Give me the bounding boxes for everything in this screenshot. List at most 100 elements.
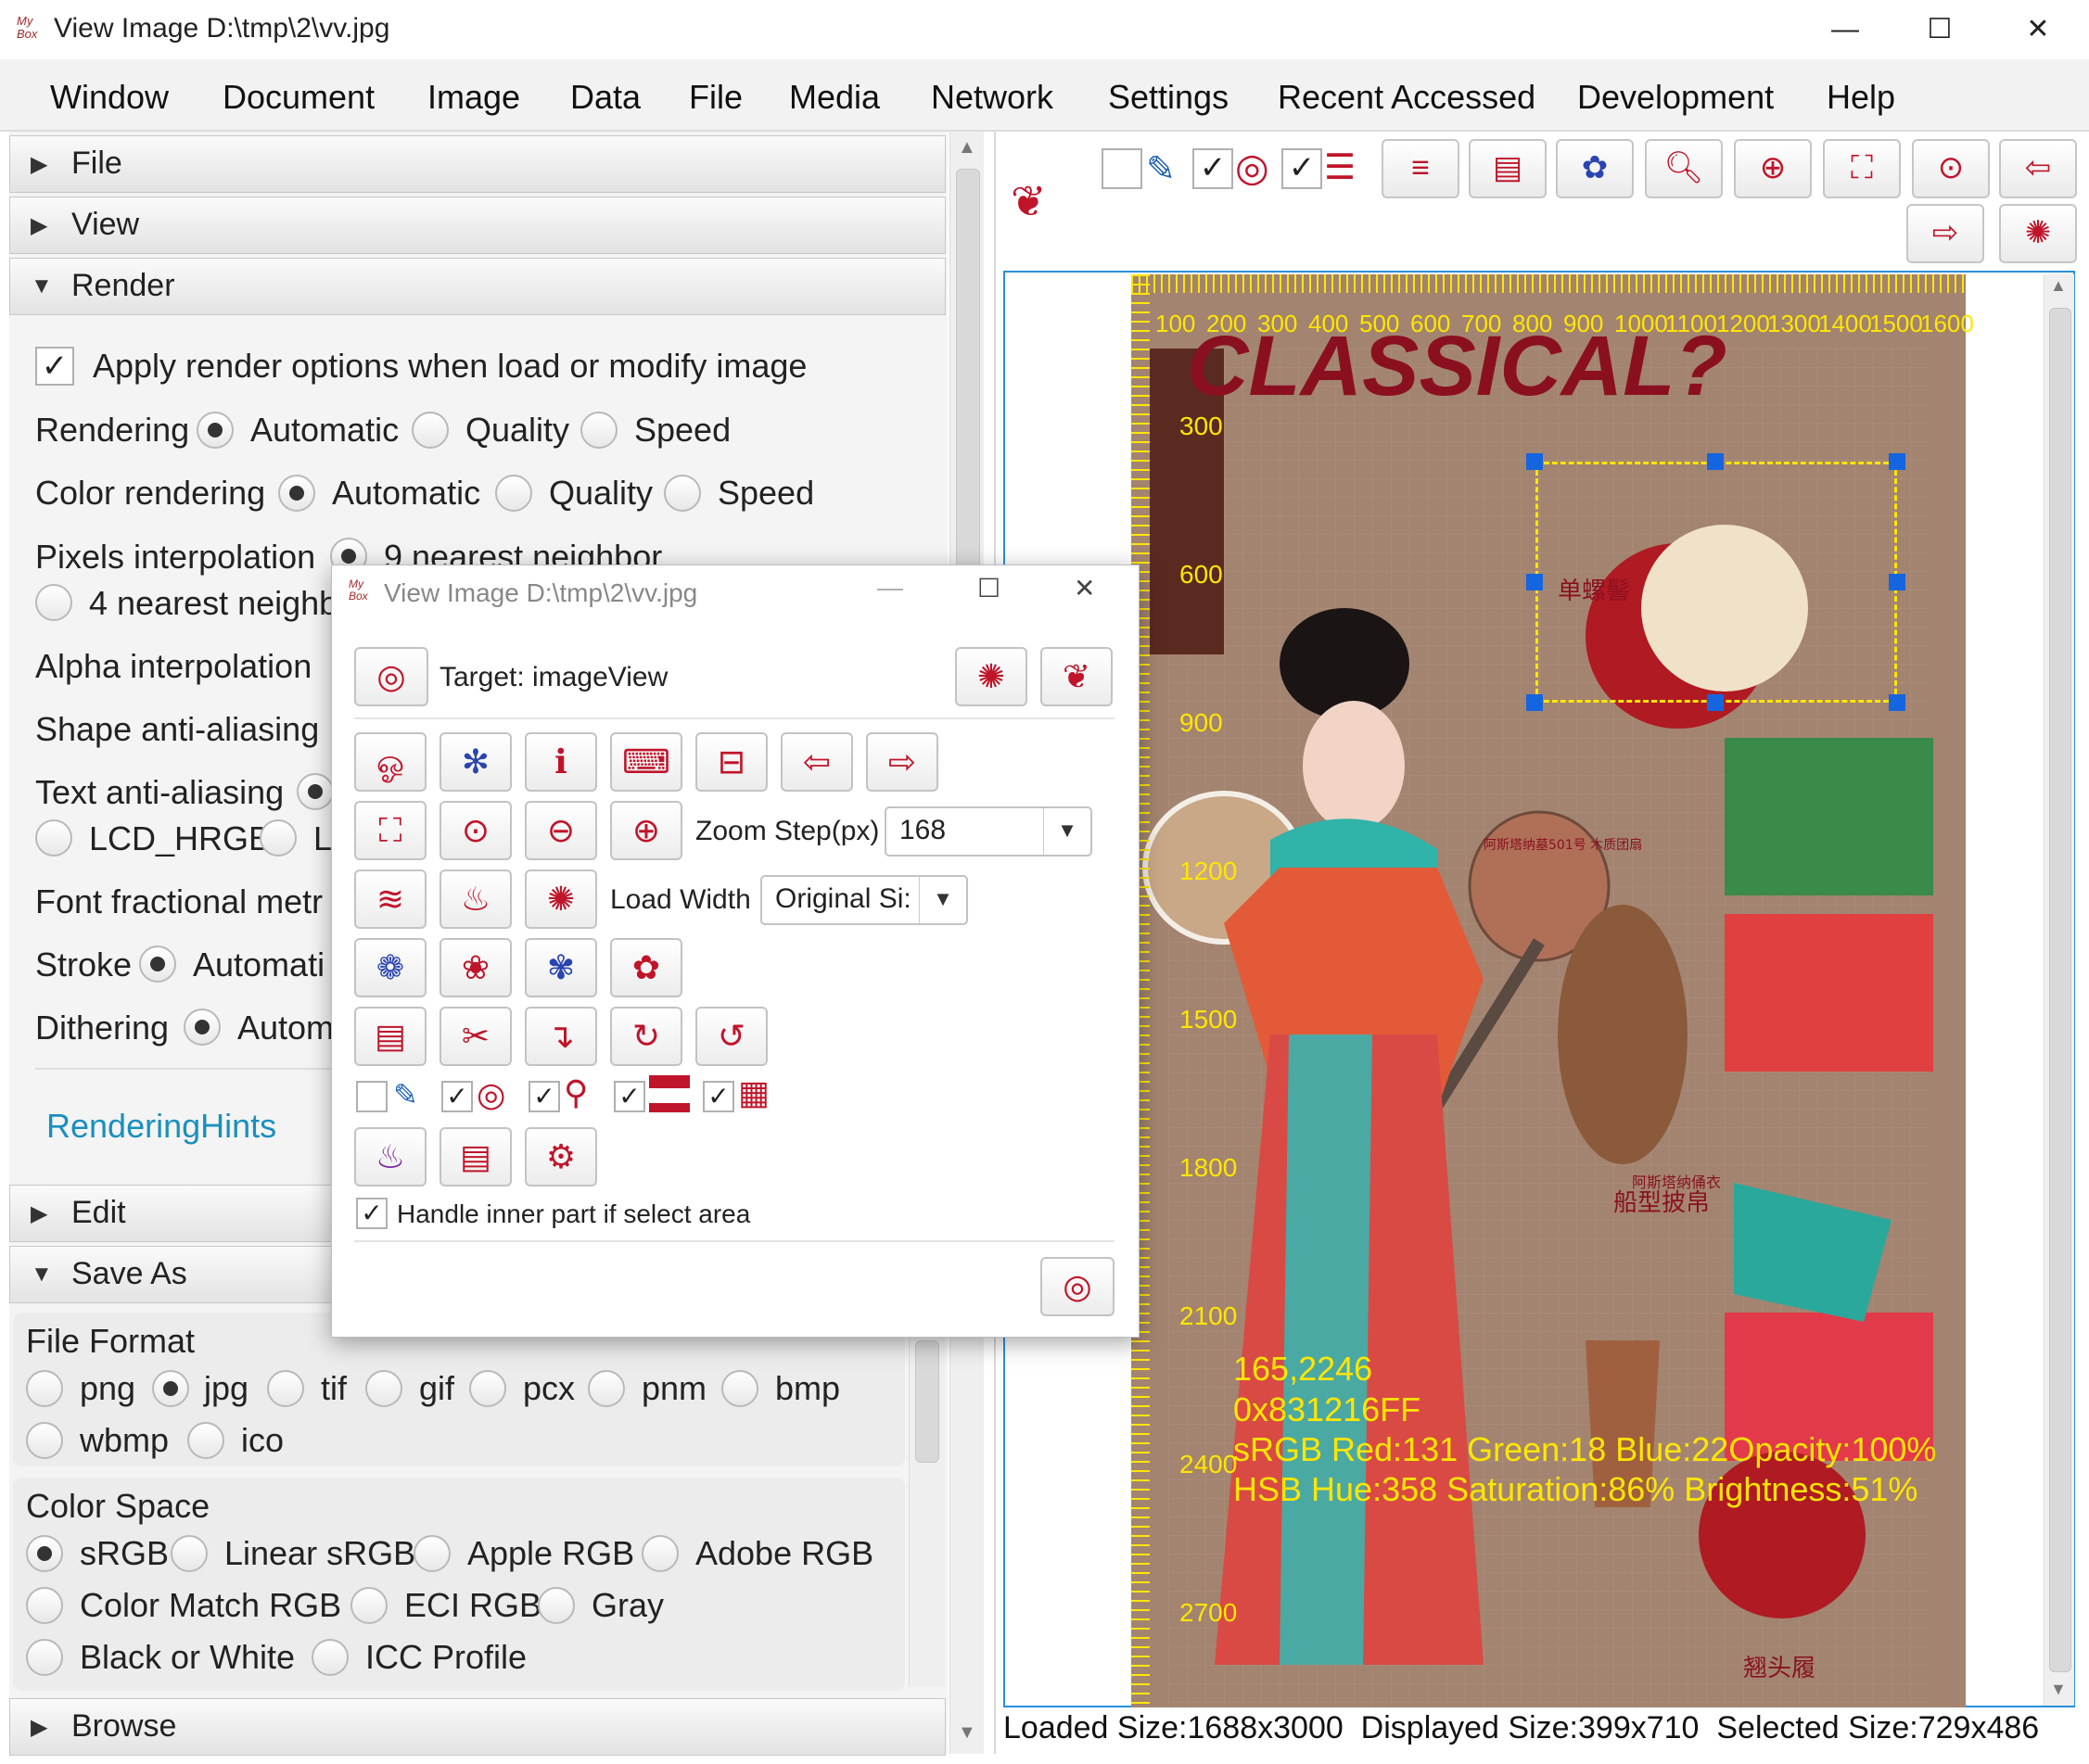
dialog-previous-button[interactable]: ⇦ bbox=[781, 732, 853, 792]
scissors-button[interactable]: ✂ bbox=[439, 1007, 512, 1066]
handle-inner-checkbox[interactable]: ✓ bbox=[356, 1198, 388, 1229]
target-button[interactable]: ◎ bbox=[354, 647, 428, 706]
flower-outline-red-button[interactable]: ✿ bbox=[610, 938, 682, 997]
lcd-hrgb-radio[interactable] bbox=[35, 819, 72, 857]
scroll-down-icon[interactable]: ▼ bbox=[2050, 1680, 2067, 1699]
menu-settings[interactable]: Settings bbox=[1108, 78, 1229, 117]
dialog-location-checkbox[interactable]: ✓ bbox=[529, 1081, 560, 1112]
flower-blue-button[interactable]: ✿ bbox=[1556, 139, 1634, 198]
format-png-radio[interactable] bbox=[26, 1370, 63, 1407]
selection-handle[interactable] bbox=[1889, 453, 1905, 470]
menu-window[interactable]: Window bbox=[50, 78, 169, 117]
space-icc-profile-radio[interactable] bbox=[312, 1639, 349, 1676]
swirl-button[interactable]: ஓ bbox=[354, 732, 427, 792]
format-jpg-radio[interactable] bbox=[152, 1370, 189, 1407]
pane-button[interactable]: ⊟ bbox=[695, 732, 768, 792]
notes-button[interactable]: ▤ bbox=[1469, 139, 1547, 198]
html-button[interactable]: ⌨ bbox=[610, 732, 682, 792]
gear-blue-button[interactable]: ✻ bbox=[439, 732, 512, 792]
rendering-automatic-radio[interactable] bbox=[197, 412, 234, 449]
selection-handle[interactable] bbox=[1526, 694, 1543, 711]
rendering-speed-radio[interactable] bbox=[580, 412, 618, 449]
space-apple-rgb-radio[interactable] bbox=[414, 1535, 451, 1572]
color-rendering-automatic-radio[interactable] bbox=[278, 475, 315, 512]
space-linear-srgb-radio[interactable] bbox=[171, 1535, 208, 1572]
section-view[interactable]: ▶ View bbox=[9, 197, 946, 254]
minimize-button[interactable]: — bbox=[1808, 7, 1882, 52]
dialog-maximize-button[interactable]: ☐ bbox=[977, 573, 1000, 603]
format-tif-radio[interactable] bbox=[267, 1370, 304, 1407]
pattern-blue-button[interactable]: ❁ bbox=[354, 938, 427, 997]
dialog-close-button[interactable]: ✕ bbox=[1074, 573, 1095, 603]
format-ico-radio[interactable] bbox=[187, 1422, 224, 1459]
settings-flower-button[interactable]: ✺ bbox=[1999, 204, 2077, 263]
document-button[interactable]: ▤ bbox=[354, 1007, 427, 1066]
zoom-in-button[interactable]: ⊕ bbox=[1734, 139, 1812, 198]
next-button[interactable]: ⇨ bbox=[1906, 204, 1984, 263]
pixels-4nn-radio[interactable] bbox=[35, 584, 72, 621]
previous-button[interactable]: ⇦ bbox=[1999, 139, 2077, 198]
gourd-purple-button[interactable]: ♨ bbox=[354, 1127, 427, 1187]
color-rendering-quality-radio[interactable] bbox=[495, 475, 532, 512]
space-srgb-radio[interactable] bbox=[26, 1535, 63, 1572]
gourd-button[interactable]: ♨ bbox=[439, 869, 512, 929]
menu-development[interactable]: Development bbox=[1577, 78, 1774, 117]
chevron-down-icon[interactable]: ▼ bbox=[1043, 808, 1090, 855]
turn-button[interactable]: ↴ bbox=[525, 1007, 597, 1066]
format-pcx-radio[interactable] bbox=[469, 1370, 506, 1407]
format-gif-radio[interactable] bbox=[365, 1370, 402, 1407]
maximize-button[interactable]: ☐ bbox=[1903, 7, 1977, 52]
selection-handle[interactable] bbox=[1526, 453, 1543, 470]
menu-data[interactable]: Data bbox=[570, 78, 641, 117]
dialog-ruler-checkbox[interactable]: ✓ bbox=[614, 1081, 645, 1112]
close-button[interactable]: ✕ bbox=[2001, 7, 2075, 52]
chevron-down-icon[interactable]: ▼ bbox=[919, 877, 966, 923]
selection-rectangle[interactable] bbox=[1535, 462, 1897, 703]
text-aa-radio[interactable] bbox=[297, 773, 334, 810]
selection-handle[interactable] bbox=[1707, 453, 1724, 470]
dialog-zoom-out-button[interactable]: ⊖ bbox=[525, 801, 597, 860]
section-browse[interactable]: ▶ Browse bbox=[9, 1698, 946, 1756]
dialog-pick-color-checkbox[interactable] bbox=[356, 1081, 388, 1112]
fit-window-button[interactable]: ⛶ bbox=[1823, 139, 1901, 198]
scroll-down-icon[interactable]: ▼ bbox=[958, 1722, 976, 1744]
dithering-automatic-radio[interactable] bbox=[184, 1009, 221, 1046]
dialog-original-size-button[interactable]: ⊙ bbox=[439, 801, 512, 860]
flower-outline-blue-button[interactable]: ✾ bbox=[525, 938, 597, 997]
selection-handle[interactable] bbox=[1526, 574, 1543, 590]
image-scrollbar[interactable]: ▲ ▼ bbox=[2044, 274, 2074, 1706]
rendering-quality-radio[interactable] bbox=[412, 412, 449, 449]
save-as-scrollbar[interactable] bbox=[909, 1335, 945, 1687]
rotate-right-button[interactable]: ↻ bbox=[610, 1007, 682, 1066]
selection-handle[interactable] bbox=[1889, 574, 1905, 590]
pattern-red-button[interactable]: ❀ bbox=[439, 938, 512, 997]
dialog-settings-flower-button[interactable]: ✺ bbox=[525, 869, 597, 929]
wave-button[interactable]: ≋ bbox=[354, 869, 427, 929]
scrollbar-thumb[interactable] bbox=[2049, 308, 2071, 1672]
selection-handle[interactable] bbox=[1707, 694, 1724, 711]
format-pnm-radio[interactable] bbox=[588, 1370, 625, 1407]
dialog-next-button[interactable]: ⇨ bbox=[866, 732, 938, 792]
dialog-minimize-button[interactable]: — bbox=[877, 573, 903, 603]
dialog-crosshair-checkbox[interactable]: ✓ bbox=[441, 1081, 473, 1112]
stroke-automatic-radio[interactable] bbox=[139, 945, 176, 983]
scroll-up-icon[interactable]: ▲ bbox=[958, 137, 976, 159]
crosshair-icon[interactable]: ◎ bbox=[1235, 145, 1269, 190]
lines-button[interactable]: ≡ bbox=[1382, 139, 1459, 198]
dialog-gear-button[interactable]: ⚙ bbox=[525, 1127, 597, 1187]
space-color-match-rgb-radio[interactable] bbox=[26, 1587, 63, 1624]
format-bmp-radio[interactable] bbox=[721, 1370, 758, 1407]
space-eci-rgb-radio[interactable] bbox=[350, 1587, 388, 1624]
menu-help[interactable]: Help bbox=[1827, 78, 1895, 117]
scroll-up-icon[interactable]: ▲ bbox=[2050, 276, 2067, 296]
zoom-step-select[interactable]: 168 ▼ bbox=[885, 806, 1092, 857]
rotate-left-button[interactable]: ↺ bbox=[695, 1007, 768, 1066]
format-wbmp-radio[interactable] bbox=[26, 1422, 63, 1459]
scrollbar-thumb[interactable] bbox=[915, 1340, 939, 1463]
lcd-option-radio[interactable] bbox=[260, 819, 297, 857]
apply-render-checkbox[interactable]: ✓ bbox=[35, 347, 74, 386]
dialog-bird-button[interactable]: ❦ bbox=[1040, 647, 1113, 706]
color-rendering-speed-radio[interactable] bbox=[664, 475, 701, 512]
space-black-white-radio[interactable] bbox=[26, 1639, 63, 1676]
space-adobe-rgb-radio[interactable] bbox=[642, 1535, 679, 1572]
